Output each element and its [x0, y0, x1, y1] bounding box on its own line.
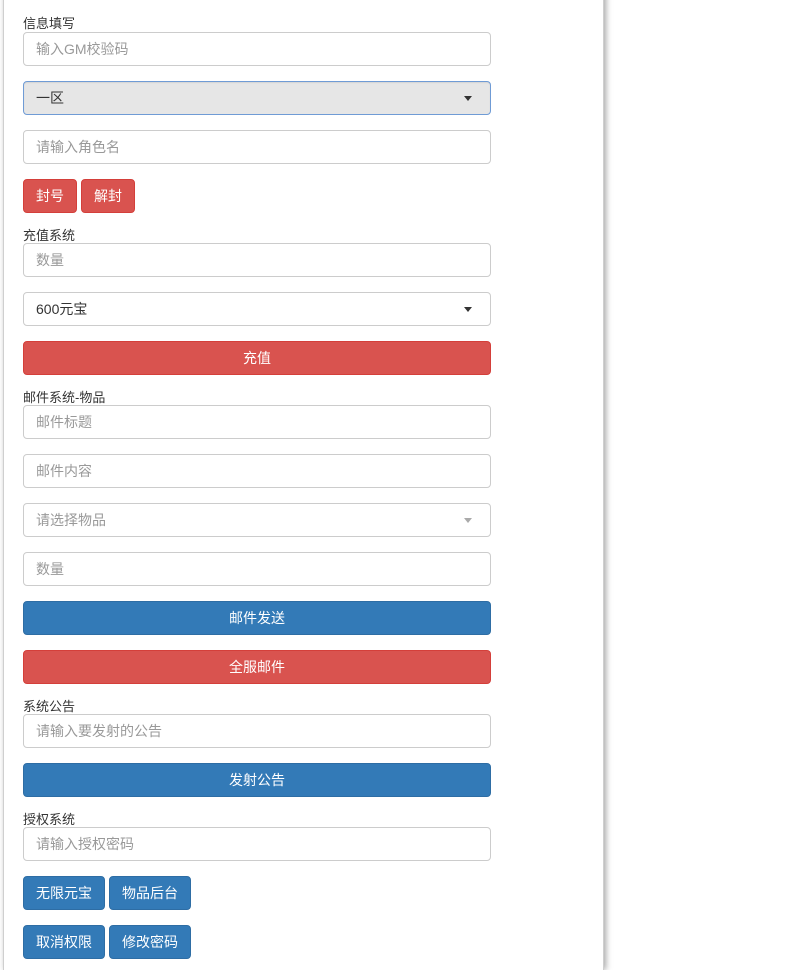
auth-section-label: 授权系统	[23, 812, 76, 827]
unlimited-yuanbao-button[interactable]: 无限元宝	[23, 876, 105, 910]
mail-title-input[interactable]	[23, 405, 491, 439]
publish-announcement-button[interactable]: 发射公告	[23, 763, 491, 797]
item-backend-button[interactable]: 物品后台	[109, 876, 191, 910]
recharge-button[interactable]: 充值	[23, 341, 491, 375]
auth-password-input[interactable]	[23, 827, 491, 861]
item-select-placeholder: 请选择物品	[36, 512, 106, 528]
server-wide-mail-button[interactable]: 全服邮件	[23, 650, 491, 684]
revoke-permission-button[interactable]: 取消权限	[23, 925, 105, 959]
server-select-value: 一区	[36, 90, 64, 106]
mail-section-label: 邮件系统-物品	[23, 390, 106, 405]
info-section-label: 信息填写	[23, 16, 76, 31]
announcement-input[interactable]	[23, 714, 491, 748]
gm-code-input[interactable]	[23, 32, 491, 66]
server-select[interactable]: 一区	[23, 81, 491, 115]
announcement-section-label: 系统公告	[23, 699, 76, 714]
send-mail-button[interactable]: 邮件发送	[23, 601, 491, 635]
package-select-value: 600元宝	[36, 301, 88, 317]
item-select[interactable]: 请选择物品	[23, 503, 491, 537]
chevron-down-icon	[464, 517, 472, 523]
package-select[interactable]: 600元宝	[23, 292, 491, 326]
main-panel: 信息填写 一区 封号 解封 充值系统 600元宝 充值 邮件系统-物品 请选择物…	[3, 0, 604, 970]
mail-quantity-input[interactable]	[23, 552, 491, 586]
unban-button[interactable]: 解封	[81, 179, 135, 213]
ban-button[interactable]: 封号	[23, 179, 77, 213]
chevron-down-icon	[464, 95, 472, 101]
mail-content-input[interactable]	[23, 454, 491, 488]
role-name-input[interactable]	[23, 130, 491, 164]
change-password-button[interactable]: 修改密码	[109, 925, 191, 959]
recharge-amount-input[interactable]	[23, 243, 491, 277]
recharge-section-label: 充值系统	[23, 228, 76, 243]
chevron-down-icon	[464, 306, 472, 312]
